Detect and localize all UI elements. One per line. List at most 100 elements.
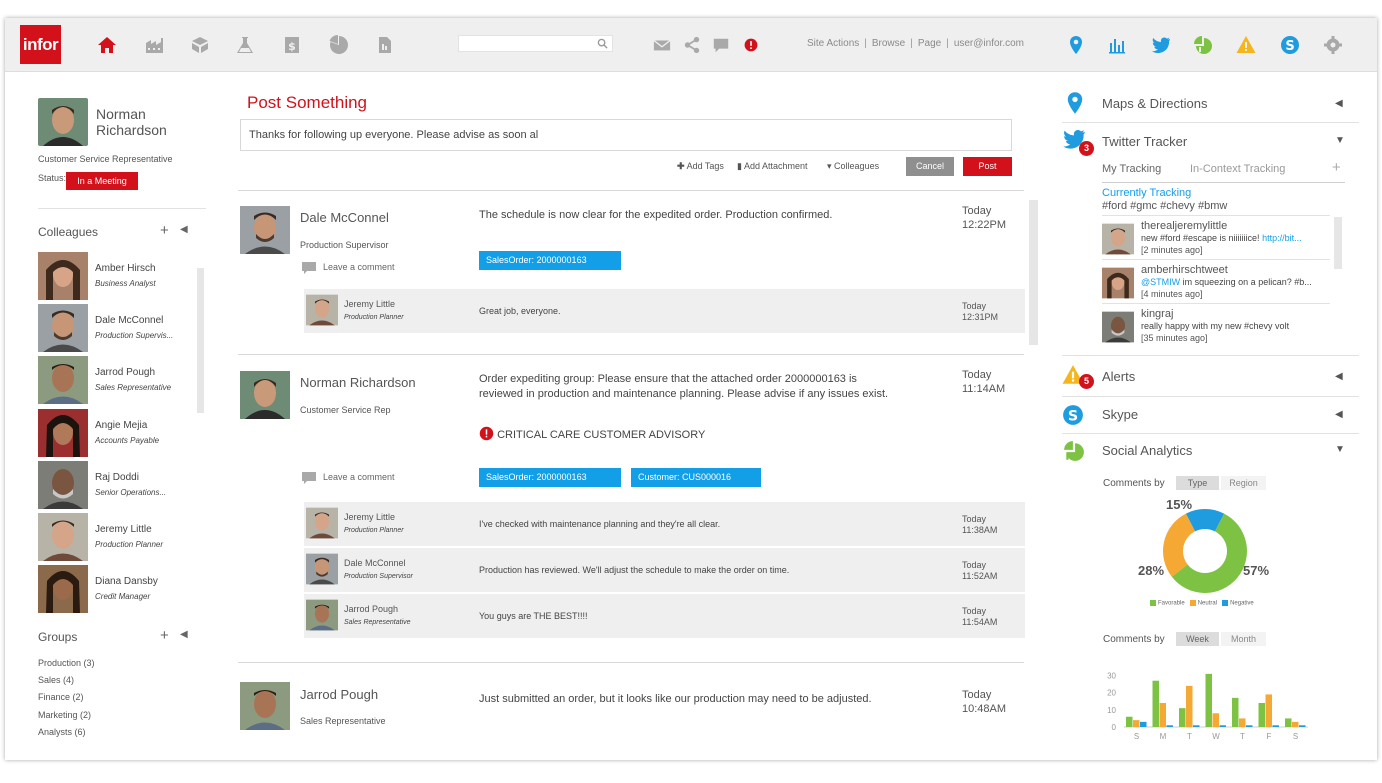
- tweet-mention[interactable]: @STMIW: [1141, 277, 1180, 287]
- chat-icon[interactable]: [712, 35, 730, 55]
- currently-tracking-link[interactable]: Currently Tracking: [1102, 187, 1191, 199]
- bar[interactable]: [1152, 680, 1160, 727]
- expand-skype-icon[interactable]: ◀: [1335, 409, 1343, 420]
- bar[interactable]: [1299, 725, 1306, 727]
- type-toggle[interactable]: Type: [1176, 476, 1219, 490]
- profile-name[interactable]: Norman Richardson: [96, 106, 206, 138]
- status-badge[interactable]: In a Meeting: [66, 172, 138, 190]
- social-analytics-heading[interactable]: Social Analytics: [1102, 443, 1192, 458]
- colleague-item[interactable]: Raj Doddi Senior Operations...: [38, 461, 193, 511]
- bar[interactable]: [1232, 697, 1239, 727]
- bar[interactable]: [1272, 725, 1280, 727]
- reply-author-name[interactable]: Jeremy Little: [344, 299, 395, 309]
- add-tracking-button[interactable]: +: [1332, 159, 1341, 176]
- social-analytics-icon[interactable]: [1193, 35, 1213, 55]
- post-author-avatar[interactable]: [240, 206, 290, 254]
- search-input[interactable]: [459, 39, 589, 54]
- bar[interactable]: [1140, 721, 1147, 727]
- search-field[interactable]: [458, 35, 613, 54]
- colleagues-dropdown[interactable]: ▾ Colleagues: [827, 161, 879, 172]
- document-icon[interactable]: [375, 35, 395, 55]
- reply-author-name[interactable]: Jarrod Pough: [344, 604, 398, 614]
- site-actions-link[interactable]: Site Actions: [807, 38, 859, 49]
- mail-icon[interactable]: [653, 35, 671, 55]
- bar[interactable]: [1285, 718, 1292, 727]
- warning-icon[interactable]: [1236, 35, 1256, 55]
- add-attachment-button[interactable]: ▮ Add Attachment: [737, 161, 808, 172]
- group-item[interactable]: Production (3): [38, 658, 95, 668]
- twitter-tracker-heading[interactable]: Twitter Tracker: [1102, 134, 1187, 149]
- region-toggle[interactable]: Region: [1221, 476, 1266, 490]
- post-author-name[interactable]: Norman Richardson: [300, 375, 420, 390]
- bar[interactable]: [1212, 713, 1220, 727]
- colleague-item[interactable]: Angie Mejia Accounts Payable: [38, 409, 193, 459]
- post-author-name[interactable]: Dale McConnel: [300, 210, 420, 225]
- collapse-colleagues-icon[interactable]: ◀: [180, 224, 188, 235]
- colleague-item[interactable]: Dale McConnel Production Supervis...: [38, 304, 193, 354]
- customer-tag[interactable]: Customer: CUS000016: [631, 468, 761, 487]
- search-icon[interactable]: [597, 38, 608, 49]
- feed-scrollbar[interactable]: [1029, 200, 1038, 345]
- bar[interactable]: [1159, 703, 1167, 727]
- bar[interactable]: [1239, 718, 1246, 727]
- bar[interactable]: [1133, 720, 1140, 727]
- maps-directions-heading[interactable]: Maps & Directions: [1102, 96, 1207, 111]
- sales-order-tag[interactable]: SalesOrder: 2000000163: [479, 251, 621, 270]
- avatar[interactable]: [306, 294, 338, 326]
- group-item[interactable]: Analysts (6): [38, 727, 86, 737]
- settings-icon[interactable]: [1323, 35, 1343, 55]
- colleague-item[interactable]: Diana Dansby Credit Manager: [38, 565, 193, 615]
- bar[interactable]: [1205, 673, 1213, 727]
- colleague-item[interactable]: Jarrod Pough Sales Representative: [38, 356, 193, 406]
- bar[interactable]: [1258, 703, 1266, 727]
- collapse-groups-icon[interactable]: ◀: [180, 629, 188, 640]
- colleague-item[interactable]: Jeremy Little Production Planner: [38, 513, 193, 563]
- critical-advisory[interactable]: CRITICAL CARE CUSTOMER ADVISORY: [479, 426, 705, 441]
- post-author-avatar[interactable]: [240, 682, 290, 730]
- tab-my-tracking[interactable]: My Tracking: [1102, 163, 1161, 175]
- donut-slice-neutral[interactable]: [1163, 513, 1196, 577]
- reply-author-name[interactable]: Dale McConnel: [344, 558, 406, 568]
- add-group-button[interactable]: +: [160, 627, 169, 644]
- page-link[interactable]: Page: [918, 38, 941, 49]
- skype-heading[interactable]: Skype: [1102, 407, 1138, 422]
- bar[interactable]: [1179, 708, 1186, 727]
- user-link[interactable]: user@infor.com: [954, 38, 1024, 49]
- tweet-link[interactable]: http://bit...: [1262, 233, 1302, 243]
- browse-link[interactable]: Browse: [872, 38, 905, 49]
- group-item[interactable]: Marketing (2): [38, 710, 91, 720]
- post-author-name[interactable]: Jarrod Pough: [300, 687, 420, 702]
- expand-maps-icon[interactable]: ◀: [1335, 98, 1343, 109]
- post-input-text[interactable]: Thanks for following up everyone. Please…: [249, 129, 538, 141]
- alert-icon[interactable]: [743, 35, 759, 55]
- tweets-scrollbar[interactable]: [1334, 217, 1342, 269]
- profile-avatar[interactable]: [38, 98, 88, 146]
- bar[interactable]: [1292, 721, 1299, 727]
- collapse-social-icon[interactable]: ▼: [1335, 444, 1345, 455]
- expand-alerts-icon[interactable]: ◀: [1335, 371, 1343, 382]
- leave-comment-link[interactable]: Leave a comment: [323, 472, 395, 482]
- month-toggle[interactable]: Month: [1221, 632, 1266, 646]
- leave-comment-link[interactable]: Leave a comment: [323, 262, 395, 272]
- avatar[interactable]: [306, 599, 338, 631]
- avatar[interactable]: [306, 507, 338, 539]
- bar[interactable]: [1126, 716, 1133, 727]
- add-colleague-button[interactable]: +: [160, 222, 169, 239]
- bar[interactable]: [1219, 725, 1227, 727]
- add-tags-button[interactable]: ✚ Add Tags: [677, 161, 724, 172]
- bar[interactable]: [1193, 725, 1200, 727]
- twitter-icon[interactable]: [1151, 35, 1171, 55]
- bar[interactable]: [1166, 725, 1174, 727]
- finance-doc-icon[interactable]: $: [282, 35, 302, 55]
- post-button[interactable]: Post: [963, 157, 1012, 176]
- bar[interactable]: [1186, 685, 1193, 727]
- tweet-item[interactable]: kingraj really happy with my new #chevy …: [1102, 308, 1330, 354]
- skype-icon[interactable]: S: [1280, 35, 1300, 55]
- home-icon[interactable]: [97, 35, 117, 55]
- post-input[interactable]: Thanks for following up everyone. Please…: [240, 119, 1012, 151]
- share-icon[interactable]: [683, 35, 701, 55]
- reply-author-name[interactable]: Jeremy Little: [344, 512, 395, 522]
- map-pin-icon[interactable]: [1066, 35, 1086, 55]
- cancel-button[interactable]: Cancel: [906, 157, 954, 176]
- colleague-item[interactable]: Amber Hirsch Business Analyst: [38, 252, 193, 302]
